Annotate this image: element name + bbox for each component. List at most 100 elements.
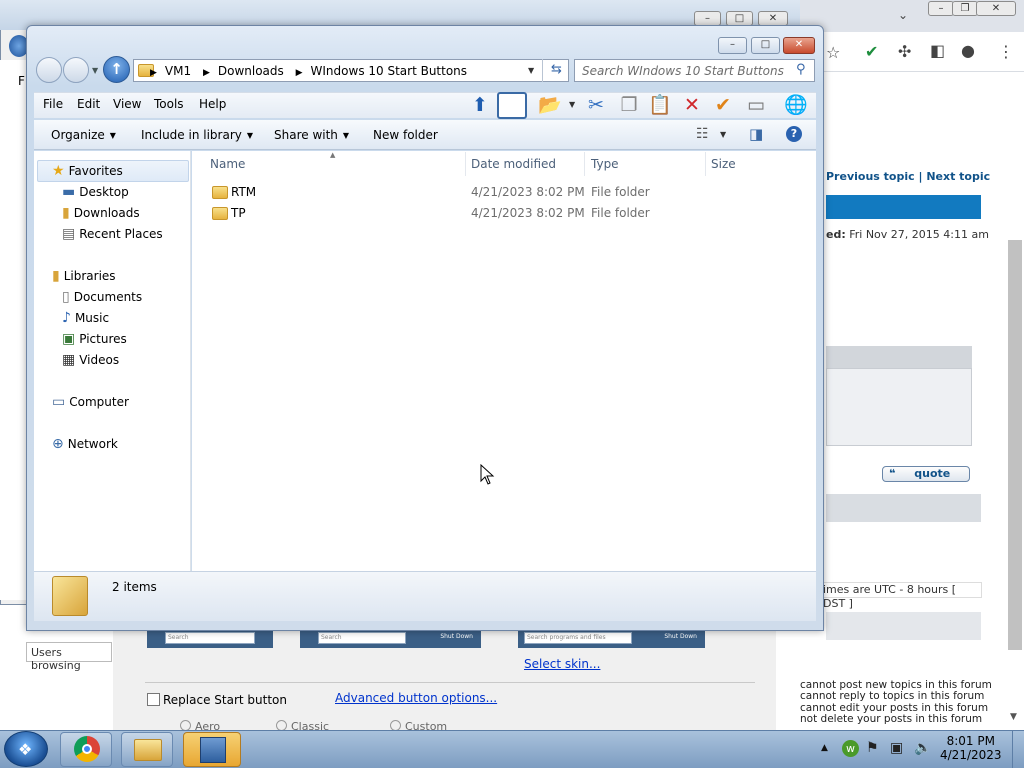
column-separator[interactable] (705, 152, 706, 176)
minimize-button[interactable]: – (718, 37, 747, 54)
globe-icon[interactable]: 🌐 (783, 92, 809, 118)
browser-minimize-button[interactable]: – (928, 1, 954, 16)
file-row[interactable]: TP 4/21/2023 8:02 PM File folder (205, 204, 785, 224)
star-icon[interactable]: ☆ (826, 43, 840, 62)
organize-button[interactable]: Organize ▼ (51, 128, 116, 142)
skin-preview-2[interactable]: Search Shut Down (300, 630, 481, 648)
breadcrumb: ▶ VM1 ▶ Downloads ▶ WIndows 10 Start Button… (150, 64, 467, 78)
volume-icon[interactable]: 🔈 (914, 740, 931, 756)
chevron-down-icon[interactable]: ⌄ (898, 8, 908, 22)
taskbar-chrome[interactable] (60, 732, 112, 767)
menu-help[interactable]: Help (199, 97, 226, 111)
menu-edit[interactable]: Edit (77, 97, 100, 111)
scroll-down-icon[interactable]: ▼ (1010, 712, 1017, 722)
column-separator[interactable] (465, 152, 466, 176)
column-size[interactable]: Size (711, 157, 736, 171)
column-date-modified[interactable]: Date modified (471, 157, 556, 171)
bg-minimize-button[interactable]: – (694, 11, 721, 26)
advanced-options-link[interactable]: Advanced button options... (335, 691, 497, 705)
quote-button[interactable]: ❝ quote (882, 466, 970, 482)
file-row[interactable]: RTM 4/21/2023 8:02 PM File folder (205, 183, 785, 203)
action-center-flag-icon[interactable]: ⚑ (866, 740, 879, 756)
nav-libraries[interactable]: ▮ Libraries (52, 268, 116, 284)
include-in-library-button[interactable]: Include in library ▼ (141, 128, 253, 142)
nav-network[interactable]: ⊕ Network (52, 436, 118, 452)
delete-icon[interactable]: ✕ (679, 92, 705, 118)
properties-check-icon[interactable]: ✔ (710, 92, 736, 118)
breadcrumb-downloads[interactable]: Downloads (218, 64, 284, 78)
help-icon[interactable]: ? (786, 126, 802, 142)
clock-date: 4/21/2023 (940, 748, 1002, 762)
new-folder-button[interactable]: New folder (373, 128, 438, 142)
recent-pages-icon[interactable]: ▼ (92, 66, 98, 75)
folder-options-icon[interactable]: 📂 (537, 92, 563, 118)
up-folder-icon[interactable]: ⬆ (467, 92, 493, 118)
taskbar-start-button-app[interactable] (183, 732, 241, 767)
forward-button[interactable] (63, 57, 89, 83)
browser-restore-button[interactable]: ❐ (952, 1, 978, 16)
share-with-button[interactable]: Share with ▼ (274, 128, 349, 142)
tray-expand-icon[interactable]: ▲ (821, 743, 828, 753)
next-topic-link[interactable]: Next topic (926, 170, 990, 183)
column-separator[interactable] (584, 152, 585, 176)
extensions-icon[interactable]: ✣ (898, 42, 911, 61)
nav-favorites[interactable]: ★ Favorites (52, 163, 123, 179)
chevron-down-icon[interactable]: ▼ (569, 100, 575, 109)
replace-start-checkbox[interactable] (147, 693, 160, 706)
skin-preview-3[interactable]: Search programs and files Shut Down (518, 630, 705, 648)
search-icon[interactable]: ⚲ (796, 62, 806, 77)
nav-computer[interactable]: ▭ Computer (52, 394, 129, 410)
copy-icon[interactable]: ❐ (616, 92, 642, 118)
start-button[interactable]: ❖ (4, 731, 48, 767)
check-circle-icon[interactable]: ✔ (865, 42, 878, 61)
nav-music[interactable]: ♪ Music (62, 310, 109, 326)
column-name[interactable]: Name (210, 157, 245, 171)
bg-close-button[interactable]: ✕ (758, 11, 788, 26)
browser-close-button[interactable]: ✕ (976, 1, 1016, 16)
breadcrumb-vm1[interactable]: VM1 (165, 64, 191, 78)
nav-recent-places[interactable]: ▤ Recent Places (62, 226, 163, 242)
nav-pictures[interactable]: ▣ Pictures (62, 331, 127, 347)
column-type[interactable]: Type (591, 157, 619, 171)
chevron-down-icon[interactable]: ▼ (720, 130, 726, 139)
profile-icon[interactable]: ● (961, 41, 975, 60)
clock[interactable]: 8:01 PM 4/21/2023 (940, 734, 1002, 762)
nav-desktop[interactable]: ▬ Desktop (62, 184, 129, 200)
file-type: File folder (591, 185, 650, 199)
network-icon[interactable]: ▣ (890, 740, 903, 756)
side-panel-icon[interactable]: ◧ (930, 41, 945, 60)
skin-search-box: Search (165, 632, 255, 644)
more-menu-icon[interactable]: ⋮ (998, 42, 1014, 61)
bg-maximize-button[interactable]: □ (726, 11, 753, 26)
skin-search-box: Search (318, 632, 406, 644)
topic-nav-separator: | (914, 170, 927, 183)
view-options-icon[interactable]: ☷ (696, 126, 709, 142)
breadcrumb-current[interactable]: WIndows 10 Start Buttons (311, 64, 468, 78)
skin-preview-1[interactable]: Search (147, 630, 273, 648)
nav-downloads[interactable]: ▮ Downloads (62, 205, 140, 221)
address-dropdown-icon[interactable]: ▼ (528, 66, 534, 75)
maximize-button[interactable]: □ (751, 37, 780, 54)
permission-line: not delete your posts in this forum (800, 713, 983, 726)
rename-icon[interactable]: ▭ (743, 92, 769, 118)
preview-pane-icon[interactable] (497, 92, 527, 119)
menu-file[interactable]: File (43, 97, 63, 111)
show-desktop-button[interactable] (1012, 731, 1024, 768)
menu-view[interactable]: View (113, 97, 141, 111)
menu-tools[interactable]: Tools (154, 97, 184, 111)
refresh-icon[interactable]: ⇆ (542, 59, 570, 82)
taskbar-explorer[interactable] (121, 732, 173, 767)
nav-documents[interactable]: ▯ Documents (62, 289, 142, 305)
tray-app-icon[interactable]: w (842, 740, 859, 757)
nav-videos[interactable]: ▦ Videos (62, 352, 119, 368)
select-skin-link[interactable]: Select skin... (524, 657, 600, 671)
menu-letter[interactable]: F (18, 74, 25, 88)
preview-toggle-icon[interactable]: ◨ (749, 125, 763, 143)
cut-icon[interactable]: ✂ (583, 92, 609, 118)
back-button[interactable] (36, 57, 62, 83)
up-button[interactable]: ↑ (103, 56, 130, 83)
browser-scrollbar[interactable] (1008, 240, 1022, 650)
close-button[interactable]: ✕ (783, 37, 815, 54)
previous-topic-link[interactable]: Previous topic (826, 170, 915, 183)
paste-icon[interactable]: 📋 (647, 92, 673, 118)
